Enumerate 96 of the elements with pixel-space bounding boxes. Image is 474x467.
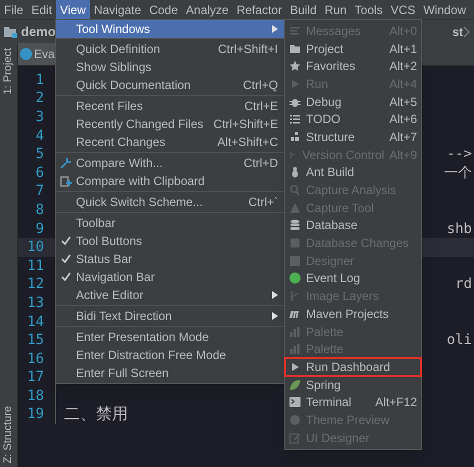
line-number: 7	[34, 182, 45, 202]
structure-tab[interactable]: Z: Structure	[0, 406, 17, 463]
folder-icon	[289, 42, 301, 55]
menu-item[interactable]: Compare With... Ctrl+D	[56, 154, 284, 172]
menu-item[interactable]: Window	[419, 0, 470, 19]
code-text: -->	[446, 145, 473, 164]
menu-item[interactable]: Enter Presentation Mode	[56, 328, 284, 346]
menu-item[interactable]: Tools	[350, 0, 387, 19]
menu-item[interactable]: Run Dashboard	[285, 358, 421, 376]
line-number: 13	[26, 294, 45, 313]
code-text: 一个	[444, 164, 473, 183]
terminal-icon	[289, 396, 301, 408]
folder-icon	[4, 26, 18, 38]
class-icon	[20, 48, 32, 60]
line-number: 12	[26, 275, 45, 294]
line-number: 5	[34, 145, 45, 164]
magnifier-icon	[289, 184, 301, 196]
line-number: 15	[26, 331, 45, 350]
menu-item[interactable]: Quick Definition Ctrl+Shift+I	[56, 40, 284, 58]
line-number: 11	[26, 256, 45, 276]
menu-item[interactable]: Code	[145, 0, 182, 19]
menu-item[interactable]: Favorites Alt+2	[285, 57, 421, 76]
bar-chart-icon	[289, 343, 301, 356]
menu-item[interactable]: Toolbar	[56, 214, 284, 232]
menu-item[interactable]: Show Siblings	[56, 58, 284, 76]
menu-item[interactable]: Database	[285, 216, 421, 234]
triangle-icon	[289, 202, 301, 214]
menu-item[interactable]: Project Alt+1	[285, 40, 421, 58]
menu-item[interactable]: Tool Buttons	[56, 232, 284, 250]
arrows-icon	[60, 157, 72, 169]
line-number: 14	[26, 312, 45, 332]
code-text: shb	[446, 220, 473, 239]
code-text: rd	[455, 275, 473, 294]
menu-item[interactable]: Analyze	[182, 0, 233, 19]
line-number: 17	[26, 368, 45, 388]
menu-item[interactable]: Structure Alt+7	[285, 128, 421, 146]
breadcrumb[interactable]: st	[452, 23, 463, 41]
lines-icon	[289, 24, 301, 37]
menu-item[interactable]: Enter Full Screen	[56, 364, 284, 382]
menu-item[interactable]: File	[0, 0, 28, 19]
menu-item[interactable]: Ant Build	[285, 164, 421, 182]
line-number: 19	[26, 405, 45, 424]
play-icon	[289, 360, 301, 373]
line-number: 10	[26, 238, 45, 258]
menu-item[interactable]: Recent Changes Alt+Shift+C	[56, 133, 284, 151]
menu-item[interactable]: Quick Switch Scheme... Ctrl+`	[56, 193, 284, 211]
menu-item[interactable]: Enter Distraction Free Mode	[56, 346, 284, 364]
line-number: 18	[26, 386, 45, 406]
menu-item[interactable]: TODO Alt+6	[285, 110, 421, 128]
menu-item[interactable]: Run	[320, 0, 351, 19]
menu-item[interactable]: Edit	[27, 0, 56, 19]
line-number: 3	[34, 108, 45, 127]
menu-item[interactable]: VCS	[386, 0, 420, 19]
editor-tab[interactable]: Eva	[18, 43, 57, 65]
menu-item[interactable]: Quick Documentation Ctrl+Q	[56, 76, 284, 94]
chevron-icon	[463, 26, 470, 38]
menu-item[interactable]: View	[56, 0, 90, 19]
line-number: 9	[34, 220, 45, 239]
line-number: 8	[34, 200, 45, 220]
clipboard-icon	[60, 175, 72, 187]
menu-item[interactable]: Build	[286, 0, 321, 19]
line-number: 4	[34, 126, 45, 146]
bar-chart-icon	[289, 326, 301, 338]
menu-item[interactable]: Debug Alt+5	[285, 92, 421, 110]
menu-item[interactable]: Tool Windows	[56, 20, 284, 38]
menu-item[interactable]: Navigation Bar	[56, 268, 284, 286]
branch-icon	[289, 148, 298, 161]
project-name[interactable]: demo	[21, 22, 56, 42]
star-icon	[289, 60, 301, 72]
blocks-icon	[289, 130, 301, 143]
leaf-icon	[289, 378, 301, 391]
menu-item[interactable]: Maven Projects	[285, 305, 421, 323]
menu-item[interactable]: Refactor	[232, 0, 286, 19]
menu-item[interactable]: Status Bar	[56, 250, 284, 268]
line-number: 2	[34, 89, 45, 108]
menu-item[interactable]: Event Log	[285, 270, 421, 288]
code-text: 二、禁用	[64, 404, 128, 425]
pencil-icon	[289, 432, 301, 444]
menu-item[interactable]: Navigate	[90, 0, 146, 19]
menu-item[interactable]: Active Editor	[56, 286, 284, 304]
line-number: 1	[34, 70, 45, 90]
line-number: 16	[26, 350, 45, 369]
menu-item[interactable]: Terminal Alt+F12	[285, 393, 421, 412]
tab-label: Eva	[34, 46, 55, 63]
project-tab[interactable]: 1: Project	[0, 48, 17, 94]
code-text: oli	[446, 331, 473, 350]
menu-item[interactable]: Bidi Text Direction	[56, 307, 284, 325]
line-number: 6	[34, 164, 45, 183]
menu-item[interactable]: Spring	[285, 376, 421, 394]
circle-icon	[289, 272, 301, 284]
menu-item[interactable]: Compare with Clipboard	[56, 172, 284, 190]
menu-item[interactable]: Recent Files Ctrl+E	[56, 97, 284, 115]
list-icon	[289, 113, 301, 126]
circle-icon	[289, 414, 301, 426]
menu-item[interactable]: Recently Changed Files Ctrl+Shift+E	[56, 115, 284, 133]
play-icon	[289, 78, 301, 90]
